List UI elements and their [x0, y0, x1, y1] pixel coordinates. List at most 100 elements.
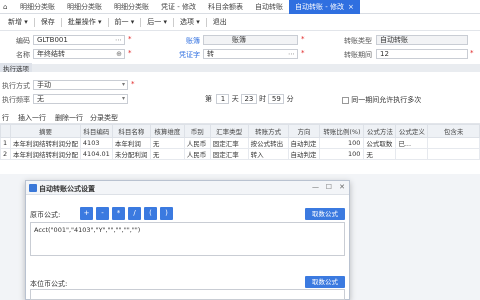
batch-button[interactable]: 批量操作 ▾	[62, 17, 108, 27]
close-icon[interactable]: ×	[348, 3, 354, 11]
entry-type-button[interactable]: 分录类型	[90, 113, 118, 123]
table-cell[interactable]: 自动判定	[287, 148, 321, 160]
table-cell[interactable]: 自动判定	[287, 137, 321, 149]
table-cell[interactable]: 本年利润	[111, 137, 151, 149]
table-cell[interactable]	[427, 137, 480, 149]
table-cell[interactable]: 本年利润结转利润分配	[9, 148, 81, 160]
table-cell[interactable]: 人民币	[183, 148, 211, 160]
day-input[interactable]: 1	[216, 94, 230, 104]
table-cell[interactable]: 未分配利润	[111, 148, 151, 160]
dialog-title-bar[interactable]: 自动转账公式设置 — ☐ ✕	[26, 181, 349, 195]
column-header[interactable]: 转账比例(%)	[319, 124, 365, 138]
table-cell: 1	[0, 137, 11, 149]
minute-input[interactable]: 59	[268, 94, 285, 104]
method-select[interactable]: 手动 ▾	[33, 80, 128, 90]
column-header[interactable]: 公式方法	[363, 124, 397, 138]
book-label[interactable]: 账簿	[160, 36, 200, 46]
column-header[interactable]: 汇率类型	[209, 124, 249, 138]
table-cell[interactable]: 转入	[247, 148, 289, 160]
column-header[interactable]: 核算维度	[149, 124, 185, 138]
globe-icon[interactable]: ⊕	[116, 50, 122, 58]
multi-exec-checkbox[interactable]	[342, 96, 349, 104]
period-field[interactable]: 12	[376, 49, 468, 59]
column-header	[0, 124, 11, 138]
orig-formula-input[interactable]: Acct("001","4103","Y","","","","")	[30, 222, 345, 256]
column-header[interactable]: 方向	[287, 124, 321, 138]
table-cell[interactable]: 按公式转出	[247, 137, 289, 149]
minimize-icon[interactable]: —	[312, 183, 319, 191]
code-label: 编码	[16, 37, 30, 45]
divide-button[interactable]: /	[128, 207, 141, 220]
transfer-type-field[interactable]: 自动转账	[376, 35, 468, 45]
more-icon[interactable]: ⋯	[288, 50, 295, 58]
maximize-icon[interactable]: ☐	[326, 183, 332, 191]
table-cell[interactable]: 人民币	[183, 137, 211, 149]
table-cell[interactable]	[427, 148, 480, 160]
table-cell[interactable]: 无	[149, 137, 185, 149]
column-header[interactable]: 科目名称	[111, 124, 151, 138]
fetch-formula-button[interactable]: 取数公式	[305, 208, 345, 220]
options-label: 选项	[180, 18, 194, 26]
column-header[interactable]: 公式定义	[395, 124, 429, 138]
tab-detail-ledger-1[interactable]: 明细分类账	[14, 0, 61, 14]
local-formula-label: 本位币公式:	[30, 280, 68, 288]
multi-exec-option[interactable]: 同一期间允许执行多次	[342, 95, 421, 105]
tab-balance-sheet[interactable]: 科目余额表	[202, 0, 249, 14]
multiply-button[interactable]: *	[112, 207, 125, 220]
table-row[interactable]: 1 本年利润结转利润分配 4103 本年利润 无 人民币 固定汇率 按公式转出 …	[0, 137, 480, 149]
row-action-bar: 行 插入一行 删除一行 分录类型	[0, 110, 480, 124]
freq-select[interactable]: 无 ▾	[33, 94, 128, 104]
prev-button[interactable]: 前一 ▾	[109, 17, 141, 27]
name-field[interactable]: 年终结转 ⊕	[33, 49, 125, 59]
table-cell[interactable]: 固定汇率	[209, 148, 249, 160]
table-row[interactable]: 2 本年利润结转利润分配 4104.01 未分配利润 无 人民币 固定汇率 转入…	[0, 148, 480, 160]
table-cell[interactable]: 公式取数	[363, 137, 397, 149]
voucher-field[interactable]: 转 ⋯	[203, 49, 298, 59]
hour-input[interactable]: 23	[240, 94, 257, 104]
fetch-formula-button-local[interactable]: 取数公式	[305, 276, 345, 288]
more-icon[interactable]: ⋯	[115, 36, 122, 44]
table-cell[interactable]: 固定汇率	[209, 137, 249, 149]
table-cell[interactable]: 本年利润结转利润分配	[9, 137, 81, 149]
tab-voucher-edit[interactable]: 凭证 - 修改	[155, 0, 202, 14]
delete-row-button[interactable]: 删除一行	[55, 113, 83, 123]
voucher-label[interactable]: 凭证字	[160, 50, 200, 60]
close-icon[interactable]: ✕	[339, 183, 345, 191]
save-button[interactable]: 保存	[35, 17, 61, 27]
table-header-row: 摘要 科目编码 科目名称 核算维度 币别 汇率类型 转账方式 方向 转账比例(%…	[0, 124, 480, 138]
exit-button[interactable]: 退出	[207, 17, 233, 27]
insert-row-button[interactable]: 插入一行	[18, 113, 46, 123]
tab-auto-transfer[interactable]: 自动转账	[249, 0, 289, 14]
table-cell[interactable]: 4104.01	[79, 148, 113, 160]
local-formula-input[interactable]	[30, 289, 345, 300]
table-cell[interactable]: 无	[149, 148, 185, 160]
column-header[interactable]: 摘要	[9, 124, 81, 138]
column-header[interactable]: 币别	[183, 124, 211, 138]
column-header[interactable]: 科目编码	[79, 124, 113, 138]
book-field[interactable]: 账簿	[203, 35, 298, 45]
table-cell[interactable]: 已...	[395, 137, 429, 149]
add-row-button[interactable]: 行	[2, 113, 9, 123]
table-cell[interactable]: 100	[319, 137, 365, 149]
left-paren-button[interactable]: (	[144, 207, 157, 220]
code-field[interactable]: GLTB001 ⋯	[33, 35, 125, 45]
orig-formula-label: 原币公式:	[30, 211, 61, 219]
table-cell[interactable]: 无	[363, 148, 397, 160]
tab-detail-ledger-3[interactable]: 明细分类账	[108, 0, 155, 14]
next-button[interactable]: 后一 ▾	[141, 17, 173, 27]
new-button[interactable]: 新增 ▾	[2, 17, 34, 27]
tab-detail-ledger-2[interactable]: 明细分类账	[61, 0, 108, 14]
options-button[interactable]: 选项 ▾	[174, 17, 206, 27]
plus-button[interactable]: +	[80, 207, 93, 220]
home-tab[interactable]: ⌂	[0, 0, 14, 14]
required-mark: *	[301, 35, 305, 43]
table-cell[interactable]: 100	[319, 148, 365, 160]
right-paren-button[interactable]: )	[160, 207, 173, 220]
table-cell[interactable]	[395, 148, 429, 160]
table-cell: 2	[0, 148, 11, 160]
tab-auto-transfer-edit[interactable]: 自动转账 - 修改 ×	[288, 0, 360, 14]
column-header[interactable]: 包含未	[427, 124, 480, 138]
minus-button[interactable]: -	[96, 207, 109, 220]
column-header[interactable]: 转账方式	[247, 124, 289, 138]
table-cell[interactable]: 4103	[79, 137, 113, 149]
